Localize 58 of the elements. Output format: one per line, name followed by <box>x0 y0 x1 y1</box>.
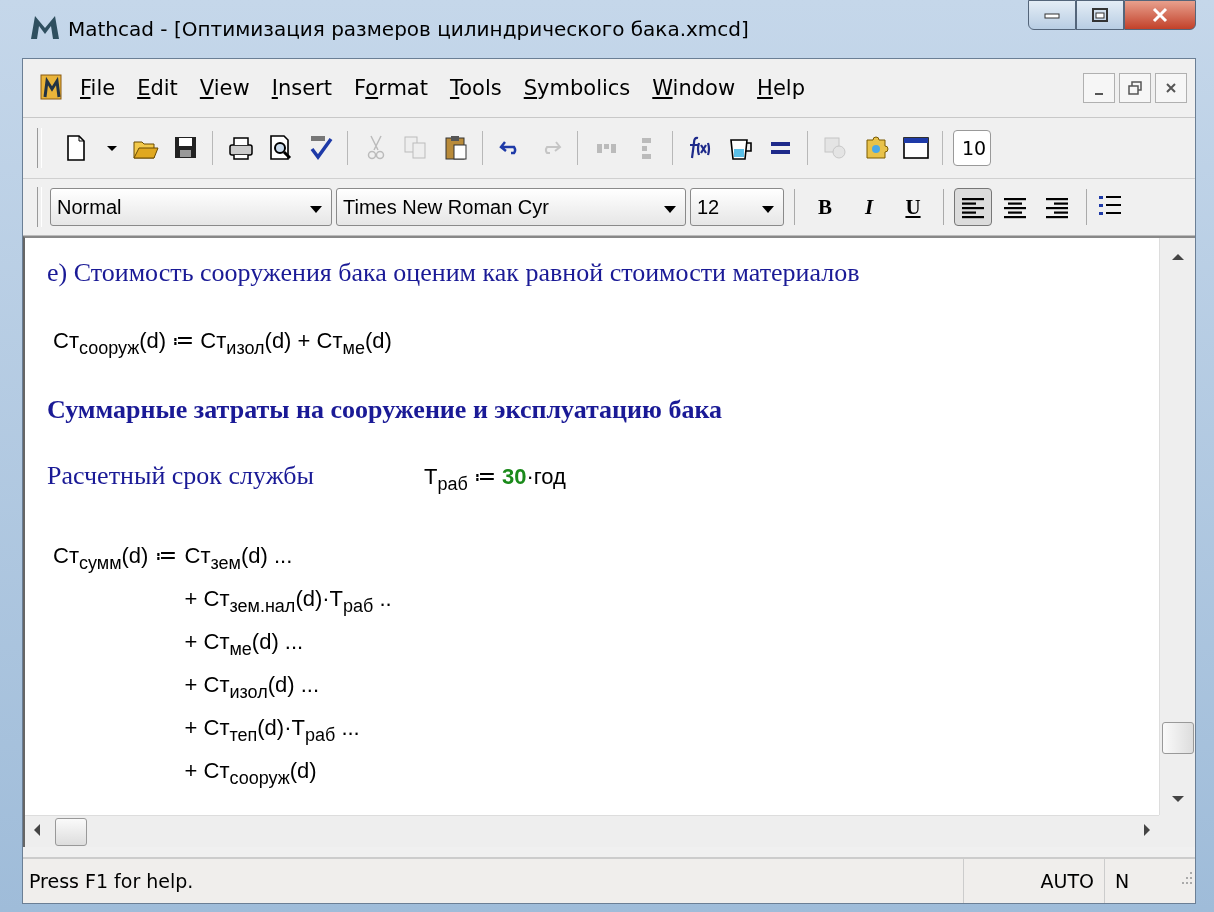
close-button[interactable] <box>1124 0 1196 30</box>
align-down-icon <box>641 137 651 159</box>
paragraph: е) Стоимость сооружения бака оценим как равной стоимости материалов <box>47 258 861 288</box>
menu-item[interactable]: Format <box>342 72 439 104</box>
zoom-field[interactable]: 10 <box>953 130 992 166</box>
math-expression: Ст$_{сооруж}$(d) ≔ Ст$_{изол}$(d) + Ст$_{ме}$(d) <box>53 328 392 360</box>
italic-button[interactable]: I <box>849 188 889 226</box>
close-icon <box>1165 82 1177 94</box>
align-across-icon <box>596 143 616 153</box>
caret-icon <box>309 203 323 214</box>
menu-item[interactable]: Tools <box>438 72 513 104</box>
menu-item[interactable]: Symbolics <box>512 72 642 104</box>
maximize-button[interactable] <box>1076 0 1124 30</box>
scroll-left-arrow-icon[interactable] <box>33 823 41 837</box>
scroll-up-arrow-icon[interactable] <box>1170 253 1185 261</box>
maximize-icon <box>1092 8 1108 22</box>
close-icon <box>1151 7 1169 23</box>
scroll-down-arrow-icon[interactable] <box>1170 795 1185 803</box>
size-dropdown[interactable]: 12 <box>690 188 784 226</box>
math-expression: + Ст$_{ме}$(d) ... <box>184 629 305 661</box>
bold-button[interactable]: B <box>805 188 845 226</box>
math-expression: + Ст$_{изол}$(d) ... <box>184 672 321 704</box>
align-left-button[interactable] <box>954 188 992 226</box>
menu-item[interactable]: View <box>188 72 261 104</box>
style-dropdown[interactable]: Normal <box>50 188 332 226</box>
status-indicator: AUTO <box>963 859 1104 903</box>
m-logo-icon <box>30 14 60 40</box>
menu-item[interactable]: Help <box>746 72 816 104</box>
status-message: Press F1 for help. <box>28 870 195 892</box>
scroll-thumb[interactable] <box>55 817 87 846</box>
close-button[interactable] <box>1155 73 1187 103</box>
menu-item[interactable]: File <box>69 72 127 104</box>
minimize-button[interactable] <box>1028 0 1076 30</box>
restore-icon <box>1128 81 1142 95</box>
label-text: Расчетный срок службы <box>47 461 314 491</box>
restore-button[interactable] <box>1119 73 1151 103</box>
caret-icon <box>663 203 677 214</box>
caret-icon <box>107 145 117 151</box>
vertical-scrollbar[interactable] <box>1159 238 1195 815</box>
menu-item[interactable]: Insert <box>260 72 343 104</box>
math-expression: Ст$_{сумм}$(d) ≔ <box>53 543 177 575</box>
window-title: Mathcad - [Оптимизация размеров цилиндрического бака.xmcd] <box>68 17 750 41</box>
caret-icon <box>761 203 775 214</box>
menu-item[interactable]: Edit <box>126 72 189 104</box>
scroll-right-arrow-icon[interactable] <box>1143 823 1151 837</box>
math-expression: Ст$_{зем}$(d) ... <box>184 543 294 575</box>
minimize-icon <box>1044 11 1060 19</box>
math-expression: + Ст$_{теп}$(d)·T$_{раб}$ ... <box>184 715 361 747</box>
font-dropdown[interactable]: Times New Roman Cyr <box>336 188 686 226</box>
math-expression: T$_{раб}$ ≔ 30·год <box>423 464 566 496</box>
math-expression: + Ст$_{зем.нал}$(d)·T$_{раб}$ .. <box>184 586 392 618</box>
minimize-icon <box>1095 93 1103 95</box>
scroll-thumb[interactable] <box>1161 722 1194 754</box>
status-indicator: N <box>1104 859 1175 903</box>
section-heading: Суммарные затраты на сооружение и эксплуатацию бака <box>47 395 724 425</box>
math-expression: + Ст$_{сооруж}$(d) <box>184 758 318 790</box>
underline-button[interactable]: U <box>893 188 933 226</box>
menu-item[interactable]: Window <box>641 72 747 104</box>
